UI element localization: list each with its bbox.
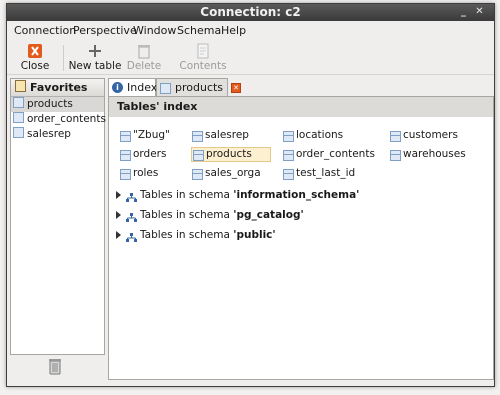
menu-bar: Connection Perspective Window Schema Hel… [7,22,494,39]
schema-row-public[interactable]: Tables in schema 'public' [116,227,276,243]
tab-products[interactable]: products ✕ [156,78,241,96]
table-link[interactable]: locations [282,128,343,143]
table-link[interactable]: sales_orga [191,166,261,181]
table-name: locations [296,129,344,141]
table-name: products [206,148,252,160]
schema-tree-icon [126,191,137,202]
table-link-selected[interactable]: products [191,147,271,162]
table-icon [13,97,24,108]
window-title: Connection: c2 [200,5,301,19]
contents-button[interactable]: Contents [179,40,227,74]
favorite-item-order-contents[interactable]: order_contents [11,112,106,127]
favorite-label: order_contents [27,113,106,125]
menu-schema[interactable]: Schema [177,24,221,37]
table-name: sales_orga [205,167,261,179]
expand-arrow-icon[interactable] [116,211,121,219]
tab-close-icon[interactable]: ✕ [231,83,241,93]
table-icon [120,150,131,161]
app-window: Connection: c2 _ ✕ Connection Perspectiv… [6,3,495,387]
close-icon [26,43,44,59]
close-button[interactable]: Close [11,40,59,74]
new-table-button[interactable]: New table [67,40,123,74]
delete-label: Delete [126,60,162,72]
delete-button[interactable]: Delete [123,40,165,74]
table-link[interactable]: customers [389,128,458,143]
favorites-title: Favorites [30,81,88,94]
menu-window[interactable]: Window [133,24,176,37]
table-icon [120,169,131,180]
table-name: roles [133,167,159,179]
table-icon [283,131,294,142]
table-name: orders [133,148,167,160]
schema-name: 'information_schema' [233,189,360,201]
table-link[interactable]: salesrep [191,128,249,143]
contents-label: Contents [179,60,227,72]
menu-help[interactable]: Help [221,24,246,37]
schema-prefix: Tables in schema [140,229,230,241]
close-window-icon[interactable]: ✕ [474,7,485,18]
tab-label: Index [127,81,158,94]
schema-row-pg-catalog[interactable]: Tables in schema 'pg_catalog' [116,207,304,223]
index-header: Tables' index [109,97,493,117]
trash-icon[interactable] [47,357,63,375]
expand-arrow-icon[interactable] [116,191,121,199]
favorites-panel: Favorites products order_contents salesr… [10,78,106,355]
new-table-label: New table [68,60,122,72]
table-icon [192,169,203,180]
table-icon [192,131,203,142]
table-icon [390,150,401,161]
table-name: customers [403,129,458,141]
toolbar-separator [63,45,64,71]
menu-perspective[interactable]: Perspective [73,24,137,37]
schema-prefix: Tables in schema [140,189,230,201]
table-icon [390,131,401,142]
favorite-label: products [27,98,73,110]
schema-name: 'pg_catalog' [233,209,304,221]
index-panel: Tables' index "Zbug" salesrep locations … [108,96,494,380]
schema-tree-icon [126,231,137,242]
favorite-label: salesrep [27,128,71,140]
table-name: order_contents [296,148,375,160]
table-name: "Zbug" [133,129,170,141]
info-icon: i [112,82,123,93]
table-icon [13,112,24,123]
table-link[interactable]: orders [119,147,166,162]
schema-row-information-schema[interactable]: Tables in schema 'information_schema' [116,187,359,203]
schema-prefix: Tables in schema [140,209,230,221]
schema-tree-icon [126,211,137,222]
table-icon [160,83,171,94]
title-bar: Connection: c2 _ ✕ [7,4,494,21]
schema-name: 'public' [233,229,276,241]
tab-label: products [175,81,224,94]
table-icon [193,150,204,161]
table-link[interactable]: order_contents [282,147,375,162]
tab-index[interactable]: i Index [108,78,158,97]
table-icon [283,169,294,180]
table-icon [13,127,24,138]
table-icon [283,150,294,161]
toolbar: Close New table Delete Contents [7,40,494,75]
minimize-icon[interactable]: _ [458,7,469,18]
table-name: salesrep [205,129,249,141]
bookmark-icon [15,80,26,92]
expand-arrow-icon[interactable] [116,231,121,239]
table-link[interactable]: warehouses [389,147,466,162]
table-name: warehouses [403,148,466,160]
table-link[interactable]: roles [119,166,158,181]
favorite-item-salesrep[interactable]: salesrep [11,127,104,142]
table-link[interactable]: test_last_id [282,166,355,181]
menu-connection[interactable]: Connection [14,24,76,37]
table-link[interactable]: "Zbug" [119,128,170,143]
table-name: test_last_id [296,167,356,179]
favorite-item-products[interactable]: products [11,97,104,112]
close-label: Close [20,60,50,72]
document-icon [194,43,212,59]
favorites-header: Favorites [11,79,104,97]
table-icon [120,131,131,142]
trash-icon [135,43,153,59]
add-icon [86,43,104,59]
